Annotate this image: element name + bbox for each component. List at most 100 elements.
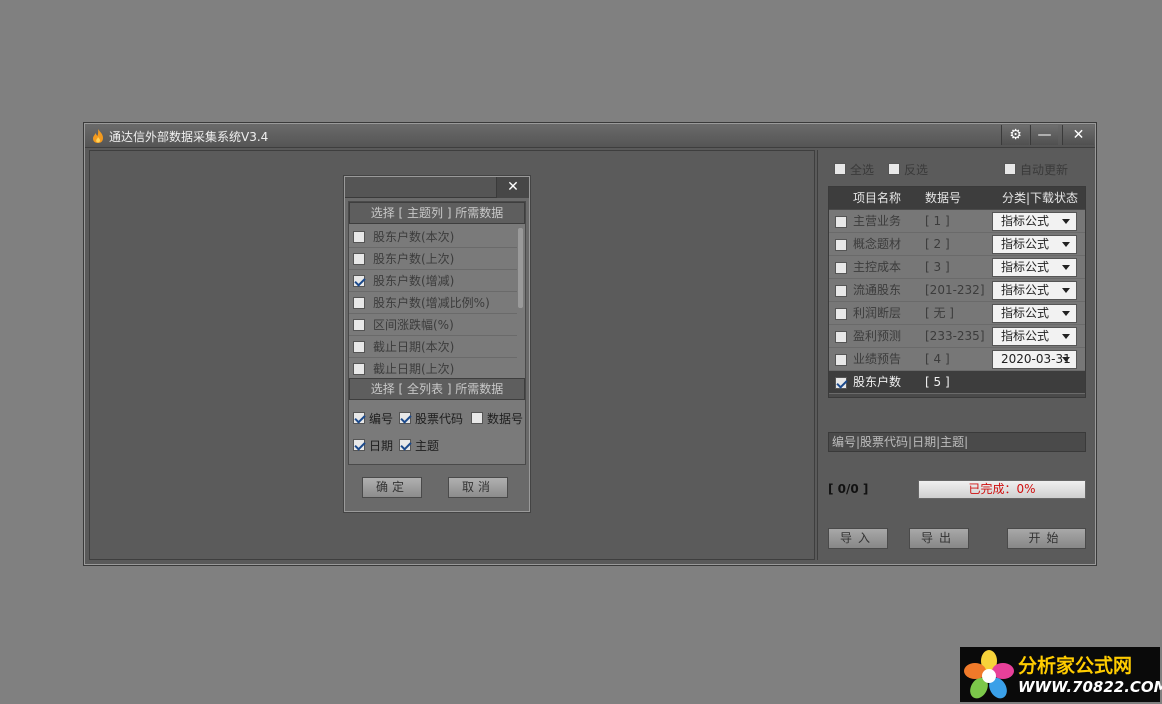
status-dropdown[interactable]: 指标公式 [992,235,1077,254]
status-dropdown[interactable]: 指标公式 [992,304,1077,323]
flower-logo-icon [964,650,1014,699]
topic-label: 股东户数(本次) [373,230,455,244]
col-header-name: 项目名称 [853,191,902,205]
topic-checkbox[interactable] [353,319,365,331]
topic-item[interactable]: 截止日期(本次) [349,336,517,358]
status-dropdown[interactable]: 指标公式 [992,258,1077,277]
table-row[interactable]: 主控成本 [ 3 ] 指标公式 [829,256,1085,279]
row-checkbox[interactable] [835,377,847,389]
row-checkbox[interactable] [835,354,847,366]
select-all-option[interactable]: 全选 [834,162,874,178]
dialog-close-button[interactable]: ✕ [496,177,529,198]
project-table: 项目名称 数据号 分类|下载状态 主营业务[ 1 ] 指标公式 概念题材[ 2 ] 指… [828,186,1086,398]
topic-checkbox[interactable] [353,275,365,287]
topic-label: 股东户数(上次) [373,252,455,266]
column-option[interactable]: 日期 [353,438,393,454]
auto-update-option[interactable]: 自动更新 [1004,162,1068,178]
auto-update-checkbox[interactable] [1004,163,1016,175]
column-option[interactable]: 数据号 [471,411,523,427]
col-header-status: 分类|下载状态 [1002,191,1079,205]
row-name: 流通股东 [853,283,902,297]
column-option[interactable]: 股票代码 [399,411,463,427]
start-button[interactable]: 开始 [1007,528,1086,549]
export-button[interactable]: 导出 [909,528,969,549]
dialog-body: 选择 [ 主题列 ] 所需数据 股东户数(本次) 股东户数(上次) 股东户数(增减)… [348,201,526,465]
topic-item[interactable]: 股东户数(上次) [349,248,517,270]
main-window: 通达信外部数据采集系统V3.4 ⚙ — ✕ 全选 反选 自动更新 项目名称 数据… [84,123,1096,565]
topic-checkbox[interactable] [353,253,365,265]
chevron-down-icon [1062,219,1070,224]
import-button[interactable]: 导入 [828,528,888,549]
topic-checkbox[interactable] [353,363,365,375]
status-dropdown[interactable]: 指标公式 [992,212,1077,231]
status-value: 指标公式 [1001,237,1050,251]
table-row[interactable]: 概念题材 [ 2 ] 指标公式 [829,233,1085,256]
row-checkbox[interactable] [835,331,847,343]
close-icon: ✕ [1072,127,1085,143]
invert-selection-option[interactable]: 反选 [888,162,928,178]
column-label: 日期 [369,439,394,453]
gear-icon: ⚙ [1009,127,1022,143]
column-checkbox[interactable] [353,412,365,424]
topic-checkbox[interactable] [353,341,365,353]
dialog-header[interactable]: ✕ [345,177,529,198]
topic-item[interactable]: 截止日期(上次) [349,358,517,376]
status-dropdown[interactable]: 指标公式 [992,327,1077,346]
column-checkbox[interactable] [399,439,411,451]
row-data-no: [ 1 ] [925,214,950,228]
status-value: 指标公式 [1001,329,1050,343]
select-data-dialog: ✕ 选择 [ 主题列 ] 所需数据 股东户数(本次) 股东户数(上次) 股东户数(增… [344,176,530,512]
table-row[interactable]: 主营业务 [ 1 ] 指标公式 [829,210,1085,233]
topic-checkbox[interactable] [353,231,365,243]
row-data-no: [ 无 ] [925,306,954,320]
status-dropdown[interactable]: 2020-03-31 [992,350,1077,369]
column-option[interactable]: 主题 [399,438,439,454]
row-checkbox[interactable] [835,308,847,320]
row-name: 利润断层 [853,306,902,320]
topic-item[interactable]: 股东户数(增减) [349,270,517,292]
close-icon: ✕ [507,179,519,195]
table-row[interactable]: 业绩预告 [ 4 ] 2020-03-31 [829,348,1085,371]
topic-label: 截止日期(本次) [373,340,455,354]
table-row[interactable]: 利润断层 [ 无 ] 指标公式 [829,302,1085,325]
invert-selection-checkbox[interactable] [888,163,900,175]
chevron-down-icon [1062,288,1070,293]
row-checkbox[interactable] [835,285,847,297]
auto-update-label: 自动更新 [1020,163,1069,177]
close-window-button[interactable]: ✕ [1062,125,1094,145]
table-row[interactable]: 盈利预测 [233-235] 指标公式 [829,325,1085,348]
topic-item[interactable]: 股东户数(本次) [349,226,517,248]
columns-field[interactable]: 编号|股票代码|日期|主题| [828,432,1086,452]
settings-button[interactable]: ⚙ [1001,125,1029,145]
ok-button[interactable]: 确定 [362,477,422,498]
title-bar[interactable]: 通达信外部数据采集系统V3.4 ⚙ — ✕ [85,124,1095,148]
column-checkbox[interactable] [353,439,365,451]
row-checkbox[interactable] [835,239,847,251]
topic-label: 股东户数(增减) [373,274,455,288]
cancel-button[interactable]: 取消 [448,477,508,498]
column-label: 编号 [369,412,394,426]
table-row[interactable]: 股东户数 [ 5 ] [829,371,1085,394]
row-checkbox[interactable] [835,262,847,274]
minimize-icon: — [1037,127,1052,143]
status-dropdown[interactable]: 指标公式 [992,281,1077,300]
row-checkbox[interactable] [835,216,847,228]
column-checkbox[interactable] [399,412,411,424]
minimize-button[interactable]: — [1030,125,1058,145]
column-option[interactable]: 编号 [353,411,393,427]
topic-item[interactable]: 区间涨跌幅(%) [349,314,517,336]
columns-section-header: 选择 [ 全列表 ] 所需数据 [349,378,525,400]
progress-bar: 已完成：0% [918,480,1086,499]
table-row[interactable]: 流通股东 [201-232] 指标公式 [829,279,1085,302]
topic-list-scrollbar[interactable] [518,228,523,308]
column-checkbox[interactable] [471,412,483,424]
status-value: 指标公式 [1001,306,1050,320]
row-data-no: [ 4 ] [925,352,950,366]
row-name: 概念题材 [853,237,902,251]
topic-label: 股东户数(增减比例%) [373,296,490,310]
row-name: 业绩预告 [853,352,902,366]
chevron-down-icon [1062,242,1070,247]
select-all-checkbox[interactable] [834,163,846,175]
topic-item[interactable]: 股东户数(增减比例%) [349,292,517,314]
topic-checkbox[interactable] [353,297,365,309]
